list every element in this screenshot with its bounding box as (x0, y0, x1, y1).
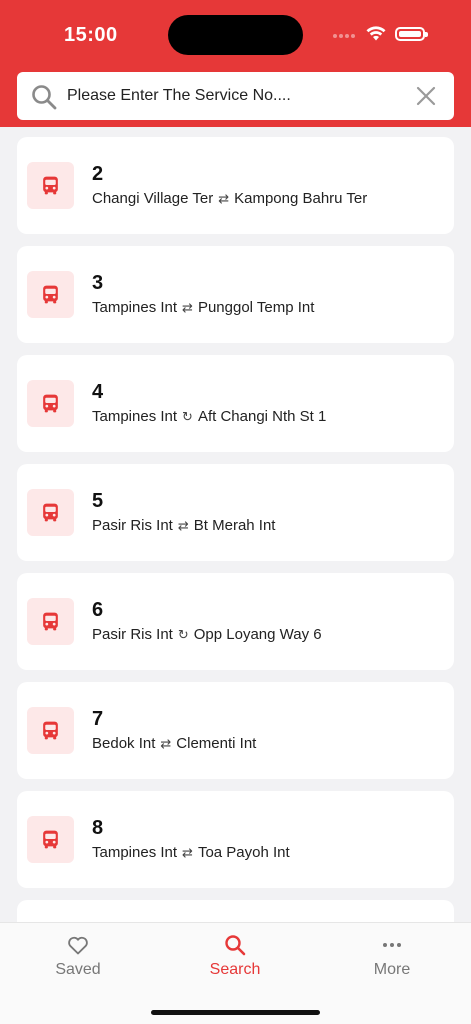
service-number: 3 (92, 272, 104, 294)
loop-icon: ↻ (177, 627, 189, 642)
bus-tile (27, 707, 74, 754)
service-card[interactable]: 4 Tampines Int ↻ Aft Changi Nth St 1 (17, 355, 454, 452)
bus-icon (43, 394, 58, 413)
two-way-icon: ⇄ (177, 518, 189, 533)
two-way-icon: ⇄ (182, 845, 193, 860)
status-time: 15:00 (64, 24, 118, 46)
route-destination: Aft Changi Nth St 1 (197, 408, 327, 425)
route-destination: Opp Loyang Way 6 (193, 626, 322, 643)
service-route: Bedok Int ⇄ Clementi Int (92, 735, 256, 752)
bus-icon (43, 612, 58, 631)
home-indicator (151, 1010, 320, 1015)
service-number: 4 (92, 381, 104, 403)
route-destination: Kampong Bahru Ter (234, 190, 368, 207)
bus-icon (43, 503, 58, 522)
battery-icon (395, 27, 428, 41)
route-origin: Pasir Ris Int (92, 626, 173, 643)
bus-icon (43, 830, 58, 849)
route-origin: Changi Village Ter (92, 190, 214, 207)
service-number: 2 (92, 163, 104, 185)
service-number: 8 (92, 817, 104, 839)
bus-tile (27, 489, 74, 536)
bus-tile (27, 816, 74, 863)
service-card[interactable]: 5 Pasir Ris Int ⇄ Bt Merah Int (17, 464, 454, 561)
bus-icon (43, 285, 58, 304)
route-origin: Tampines Int (92, 844, 178, 861)
service-search-input[interactable] (67, 82, 407, 110)
route-origin: Tampines Int (92, 299, 178, 316)
two-way-icon: ⇄ (218, 191, 230, 206)
bus-icon (43, 721, 58, 740)
route-destination: Toa Payoh Int (197, 844, 290, 861)
service-card[interactable]: 3 Tampines Int ⇄ Punggol Temp Int (17, 246, 454, 343)
route-destination: Bt Merah Int (193, 517, 276, 534)
service-number: 5 (92, 490, 104, 512)
service-number: 7 (92, 708, 104, 730)
bottom-tab-bar: Saved Search More (0, 922, 471, 1024)
service-route: Tampines Int ⇄ Toa Payoh Int (92, 844, 290, 861)
loop-icon: ↻ (182, 409, 193, 424)
bus-tile (27, 380, 74, 427)
two-way-icon: ⇄ (160, 736, 172, 751)
tab-more[interactable]: More (342, 933, 442, 983)
route-destination: Punggol Temp Int (197, 299, 315, 316)
status-indicators (333, 24, 433, 46)
wifi-icon (366, 26, 386, 41)
route-origin: Pasir Ris Int (92, 517, 173, 534)
service-card[interactable]: 2 Changi Village Ter ⇄ Kampong Bahru Ter (17, 137, 454, 234)
service-card-partial[interactable] (17, 900, 454, 922)
more-icon (383, 943, 401, 947)
service-route: Tampines Int ↻ Aft Changi Nth St 1 (92, 408, 326, 425)
route-origin: Tampines Int (92, 408, 178, 425)
service-list[interactable]: 2 Changi Village Ter ⇄ Kampong Bahru Ter 3… (0, 127, 471, 922)
service-route: Changi Village Ter ⇄ Kampong Bahru Ter (92, 190, 367, 207)
tab-label-saved: Saved (55, 961, 101, 978)
search-icon (32, 85, 57, 110)
bus-tile (27, 162, 74, 209)
two-way-icon: ⇄ (182, 300, 193, 315)
service-card[interactable]: 8 Tampines Int ⇄ Toa Payoh Int (17, 791, 454, 888)
tab-saved[interactable]: Saved (28, 933, 128, 983)
service-card[interactable]: 6 Pasir Ris Int ↻ Opp Loyang Way 6 (17, 573, 454, 670)
search-icon (225, 935, 246, 956)
dynamic-island (168, 15, 303, 55)
tab-label-more: More (373, 961, 411, 978)
bus-tile (27, 598, 74, 645)
search-bar (17, 72, 454, 120)
service-number: 6 (92, 599, 104, 621)
route-origin: Bedok Int (92, 735, 156, 752)
cellular-signal-icon (333, 34, 359, 38)
tab-label-search: Search (209, 961, 261, 978)
route-destination: Clementi Int (176, 735, 257, 752)
service-card[interactable]: 7 Bedok Int ⇄ Clementi Int (17, 682, 454, 779)
service-route: Pasir Ris Int ↻ Opp Loyang Way 6 (92, 626, 322, 643)
service-route: Tampines Int ⇄ Punggol Temp Int (92, 299, 314, 316)
heart-icon (68, 936, 88, 955)
bus-icon (43, 176, 58, 195)
app-header: 15:00 (0, 0, 471, 127)
clear-search-button[interactable] (415, 85, 437, 107)
bus-tile (27, 271, 74, 318)
tab-search[interactable]: Search (185, 933, 285, 983)
service-route: Pasir Ris Int ⇄ Bt Merah Int (92, 517, 275, 534)
